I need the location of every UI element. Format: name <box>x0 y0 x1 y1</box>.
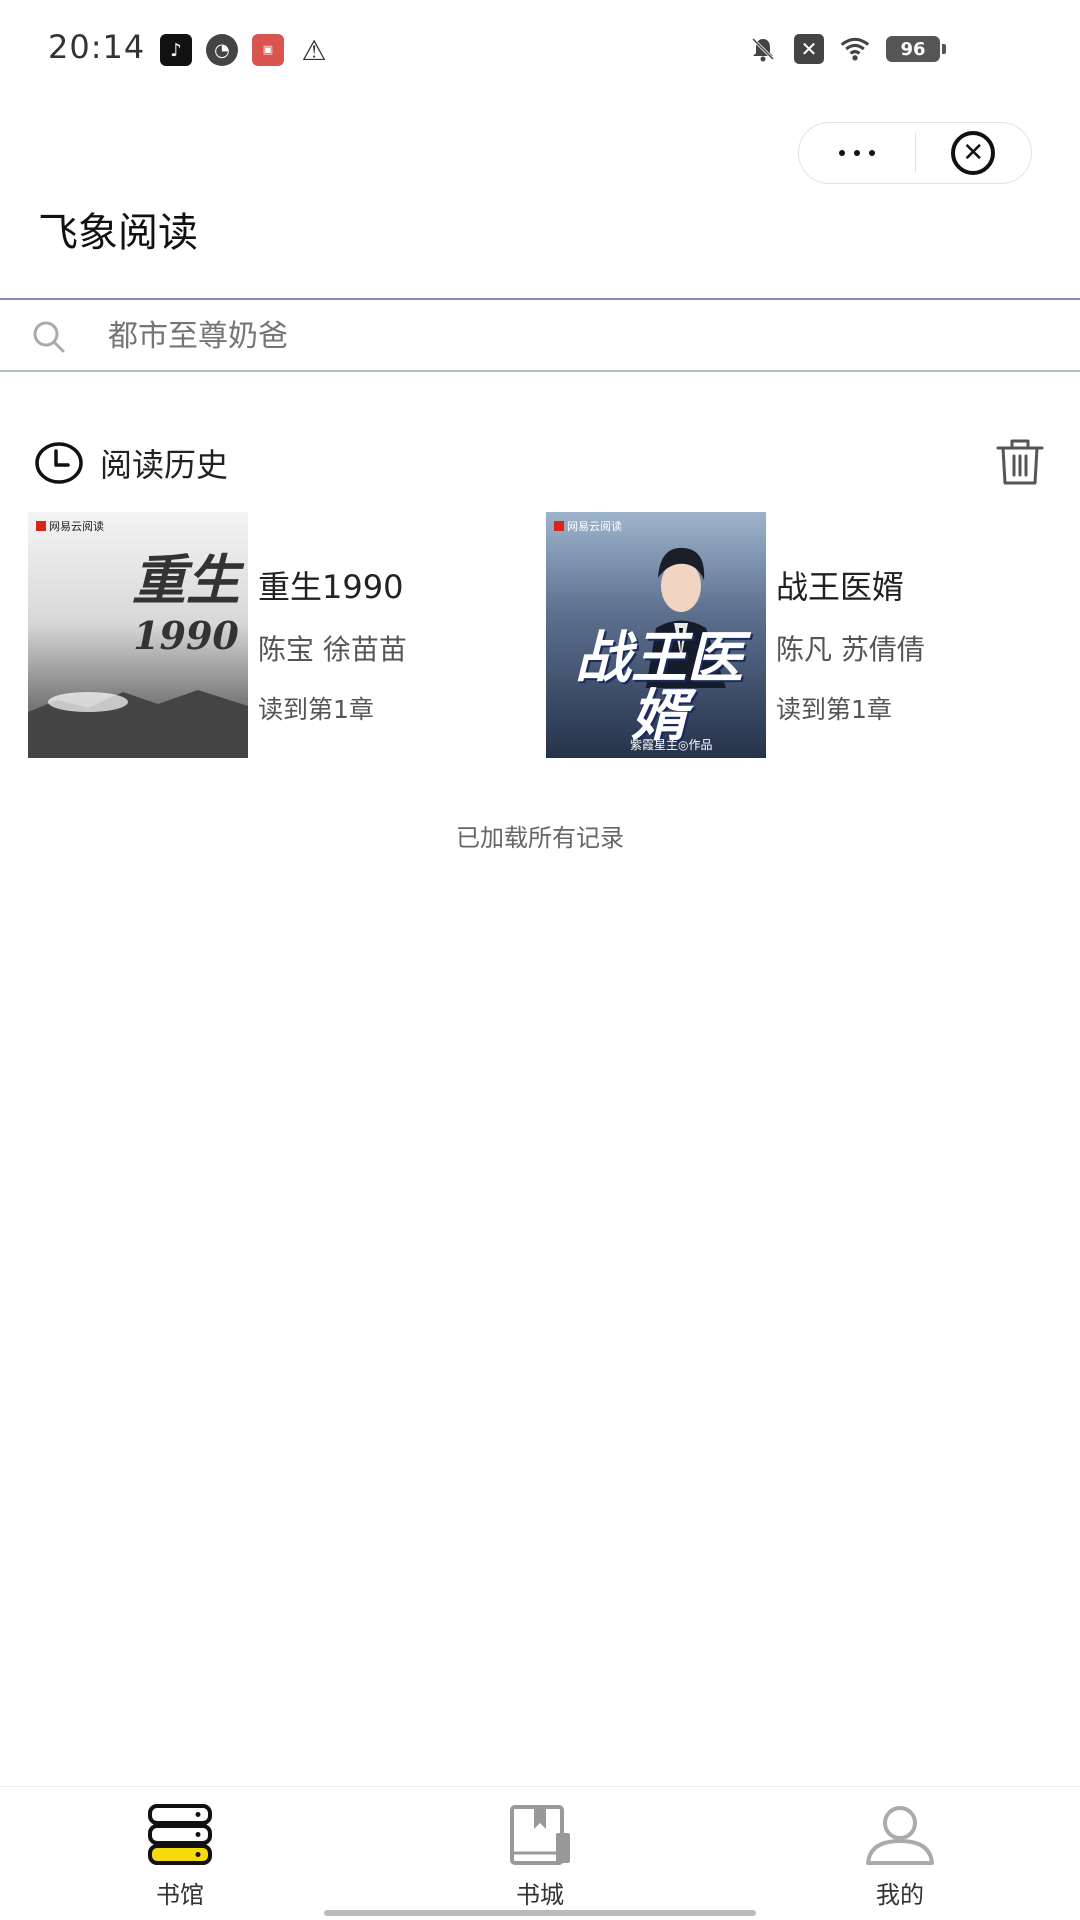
history-header: 阅读历史 <box>34 440 228 486</box>
book-progress: 读到第1章 <box>776 695 892 724</box>
tab-profile[interactable]: 我的 <box>720 1787 1080 1920</box>
battery-icon: 96 <box>886 36 946 62</box>
book-author: 陈宝 徐苗苗 <box>258 633 407 666</box>
book-progress: 读到第1章 <box>258 695 374 724</box>
close-circle-icon: ✕ <box>951 131 996 175</box>
trash-icon[interactable] <box>994 436 1046 488</box>
clock-icon <box>35 442 83 484</box>
close-mini-program-button[interactable]: ✕ <box>916 122 1032 184</box>
user-icon <box>866 1806 934 1865</box>
cover-title: 重生 1990 <box>132 548 240 658</box>
history-book-card[interactable]: 网易云阅读 重生 1990 重生1990 陈宝 徐苗苗 读到第1章 <box>28 512 528 758</box>
search-bar[interactable] <box>0 298 1080 372</box>
bottom-tab-bar: 书馆 书城 我的 <box>0 1786 1080 1920</box>
search-input[interactable] <box>108 312 1008 360</box>
battery-level: 96 <box>886 36 946 62</box>
mute-bell-icon <box>748 34 778 64</box>
tab-label: 我的 <box>876 1881 924 1909</box>
home-indicator[interactable] <box>324 1910 756 1916</box>
book-title: 战王医婿 <box>776 568 905 606</box>
more-dots-icon <box>838 150 875 156</box>
book-cover: 网易云阅读 战王医婿 紫霞星主◎作品 <box>546 512 766 758</box>
tab-label: 书馆 <box>156 1881 204 1909</box>
cover-publisher: 网易云阅读 <box>36 518 104 534</box>
book-info: 战王医婿 陈凡 苏倩倩 读到第1章 <box>776 512 925 758</box>
book-title: 重生1990 <box>258 568 404 606</box>
mini-program-capsule: ✕ <box>798 122 1032 184</box>
more-menu-button[interactable] <box>799 122 915 184</box>
tab-bookstore[interactable]: 书城 <box>360 1787 720 1920</box>
cover-title: 战王医婿 <box>575 626 743 749</box>
book-author: 陈凡 苏倩倩 <box>776 633 925 666</box>
search-icon <box>33 321 65 353</box>
book-icon <box>510 1805 570 1865</box>
notification-icons: ♪ ◔ ▣ ⚠ <box>160 33 330 67</box>
wifi-icon <box>840 34 870 64</box>
app-title: 飞象阅读 <box>38 210 198 256</box>
book-cover: 网易云阅读 重生 1990 <box>28 512 248 758</box>
tab-label: 书城 <box>516 1881 564 1909</box>
history-title: 阅读历史 <box>100 446 229 484</box>
cover-byline: 紫霞星主◎作品 <box>630 738 713 752</box>
gauge-icon: ◔ <box>206 34 238 66</box>
end-of-list-message: 已加载所有记录 <box>456 824 624 852</box>
book-info: 重生1990 陈宝 徐苗苗 读到第1章 <box>258 512 407 758</box>
history-book-card[interactable]: 网易云阅读 战王医婿 紫霞星主◎作品 战王医婿 陈凡 苏倩倩 读到第1章 <box>546 512 1046 758</box>
system-icons: ✕ <box>748 34 870 64</box>
app-icon: ▣ <box>252 34 284 66</box>
cover-publisher: 网易云阅读 <box>554 518 622 534</box>
bookshelf-icon <box>148 1804 212 1865</box>
tab-library[interactable]: 书馆 <box>0 1787 360 1920</box>
status-bar: 20:14 ♪ ◔ ▣ ⚠ ✕ 96 <box>0 0 1080 100</box>
warning-icon: ⚠ <box>301 33 327 67</box>
x-box-icon: ✕ <box>794 34 824 64</box>
status-time: 20:14 <box>48 28 146 66</box>
tiktok-icon: ♪ <box>160 34 192 66</box>
